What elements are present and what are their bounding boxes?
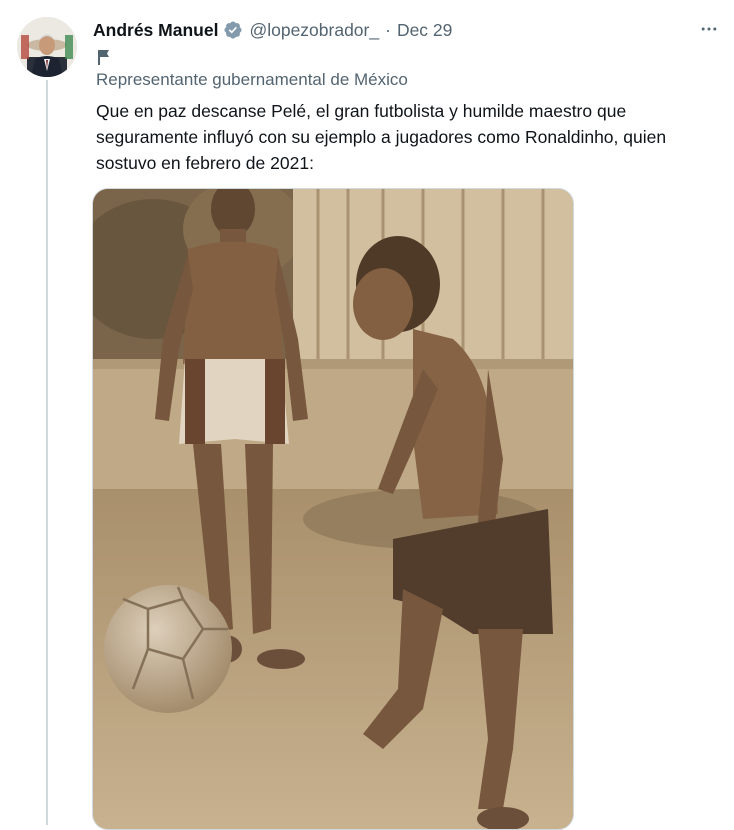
tweet-date[interactable]: Dec 29 (397, 20, 452, 41)
avatar-photo (17, 17, 77, 77)
more-options-icon[interactable] (696, 16, 722, 42)
flag-icon (96, 48, 112, 71)
avatar[interactable] (17, 17, 77, 77)
photo-image (93, 189, 573, 829)
tweet-text: Que en paz descanse Pelé, el gran futbol… (96, 101, 667, 173)
tweet-header: Andrés Manuel @lopezobrador_ · Dec 29 (93, 18, 452, 42)
author-name[interactable]: Andrés Manuel (93, 20, 218, 41)
tweet-photo[interactable] (92, 188, 574, 830)
affiliation-label: Representante gubernamental de México (96, 70, 408, 89)
author-handle[interactable]: @lopezobrador_ (249, 20, 379, 41)
thread-connector-line (46, 80, 48, 825)
separator-dot: · (385, 19, 391, 40)
verified-badge-icon (223, 20, 243, 40)
